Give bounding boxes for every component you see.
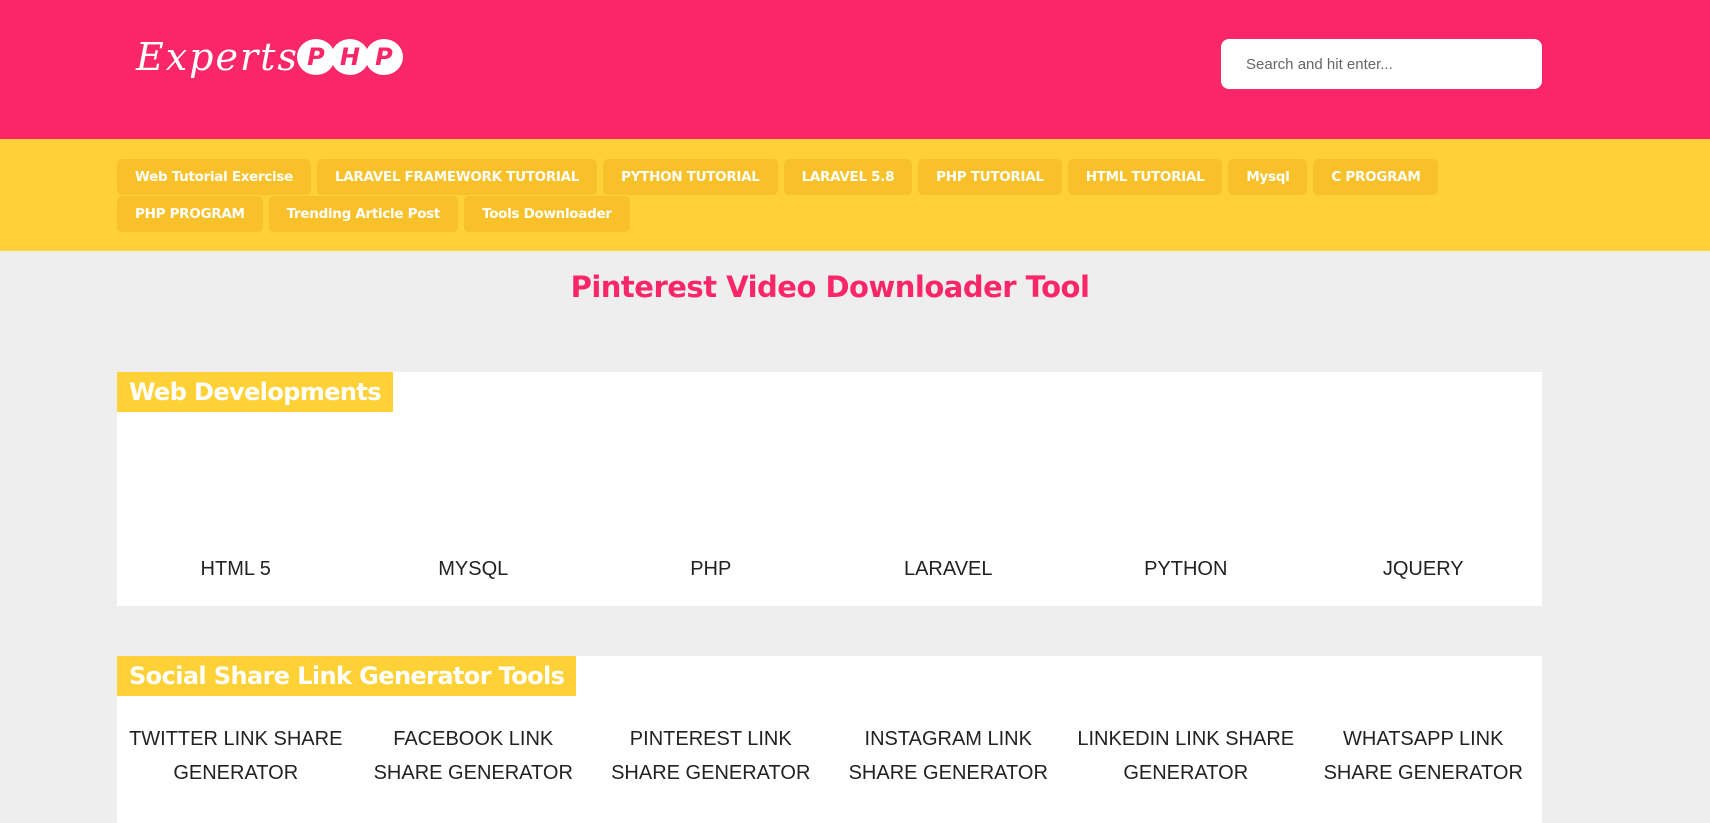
logo-badge: P H P xyxy=(296,39,403,75)
nav-item-html-tutorial[interactable]: HTML TUTORIAL xyxy=(1067,159,1223,195)
web-developments-section: Web Developments HTML 5 MYSQL PHP LARAVE… xyxy=(117,372,1542,606)
web-dev-link-mysql[interactable]: MYSQL xyxy=(355,552,593,586)
web-dev-link-jquery[interactable]: JQUERY xyxy=(1305,552,1543,586)
nav-item-python-tutorial[interactable]: PYTHON TUTORIAL xyxy=(603,159,778,195)
social-tools-grid: TWITTER LINK SHARE GENERATOR FACEBOOK LI… xyxy=(117,722,1542,790)
tool-link-whatsapp[interactable]: WHATSAPP LINK SHARE GENERATOR xyxy=(1305,722,1543,790)
logo-badge-letter: P xyxy=(364,39,403,75)
web-developments-grid: HTML 5 MYSQL PHP LARAVEL PYTHON JQUERY xyxy=(117,552,1542,586)
page-title: Pinterest Video Downloader Tool xyxy=(570,270,1090,304)
web-dev-link-laravel[interactable]: LARAVEL xyxy=(830,552,1068,586)
main-nav: Web Tutorial Exercise LARAVEL FRAMEWORK … xyxy=(0,139,1710,251)
web-dev-link-python[interactable]: PYTHON xyxy=(1067,552,1305,586)
logo-badge-letter: H xyxy=(330,39,369,75)
tool-link-facebook[interactable]: FACEBOOK LINK SHARE GENERATOR xyxy=(355,722,593,790)
web-dev-link-php[interactable]: PHP xyxy=(592,552,830,586)
social-share-tools-section: Social Share Link Generator Tools TWITTE… xyxy=(117,656,1542,823)
nav-item-tools-downloader[interactable]: Tools Downloader xyxy=(464,196,630,232)
search-input[interactable] xyxy=(1221,39,1542,89)
web-dev-link-html5[interactable]: HTML 5 xyxy=(117,552,355,586)
logo-badge-letter: P xyxy=(296,39,335,75)
nav-item-laravel-5-8[interactable]: LARAVEL 5.8 xyxy=(783,159,913,195)
site-logo[interactable]: Experts P H P xyxy=(136,34,403,80)
section-heading: Social Share Link Generator Tools xyxy=(117,656,577,696)
tool-link-pinterest[interactable]: PINTEREST LINK SHARE GENERATOR xyxy=(592,722,830,790)
nav-item-web-tutorial-exercise[interactable]: Web Tutorial Exercise xyxy=(117,159,311,195)
tool-link-instagram[interactable]: INSTAGRAM LINK SHARE GENERATOR xyxy=(830,722,1068,790)
logo-text: Experts xyxy=(136,35,299,79)
nav-item-php-tutorial[interactable]: PHP TUTORIAL xyxy=(918,159,1062,195)
section-heading: Web Developments xyxy=(117,372,393,412)
nav-item-c-program[interactable]: C PROGRAM xyxy=(1313,159,1439,195)
nav-items: Web Tutorial Exercise LARAVEL FRAMEWORK … xyxy=(117,159,1557,233)
site-header: Experts P H P xyxy=(0,0,1710,139)
tool-link-twitter[interactable]: TWITTER LINK SHARE GENERATOR xyxy=(117,722,355,790)
nav-item-mysql[interactable]: Mysql xyxy=(1228,159,1308,195)
nav-item-laravel-framework-tutorial[interactable]: LARAVEL FRAMEWORK TUTORIAL xyxy=(316,159,598,195)
nav-item-php-program[interactable]: PHP PROGRAM xyxy=(117,196,263,232)
tool-link-linkedin[interactable]: LINKEDIN LINK SHARE GENERATOR xyxy=(1067,722,1305,790)
nav-item-trending-article-post[interactable]: Trending Article Post xyxy=(268,196,459,232)
